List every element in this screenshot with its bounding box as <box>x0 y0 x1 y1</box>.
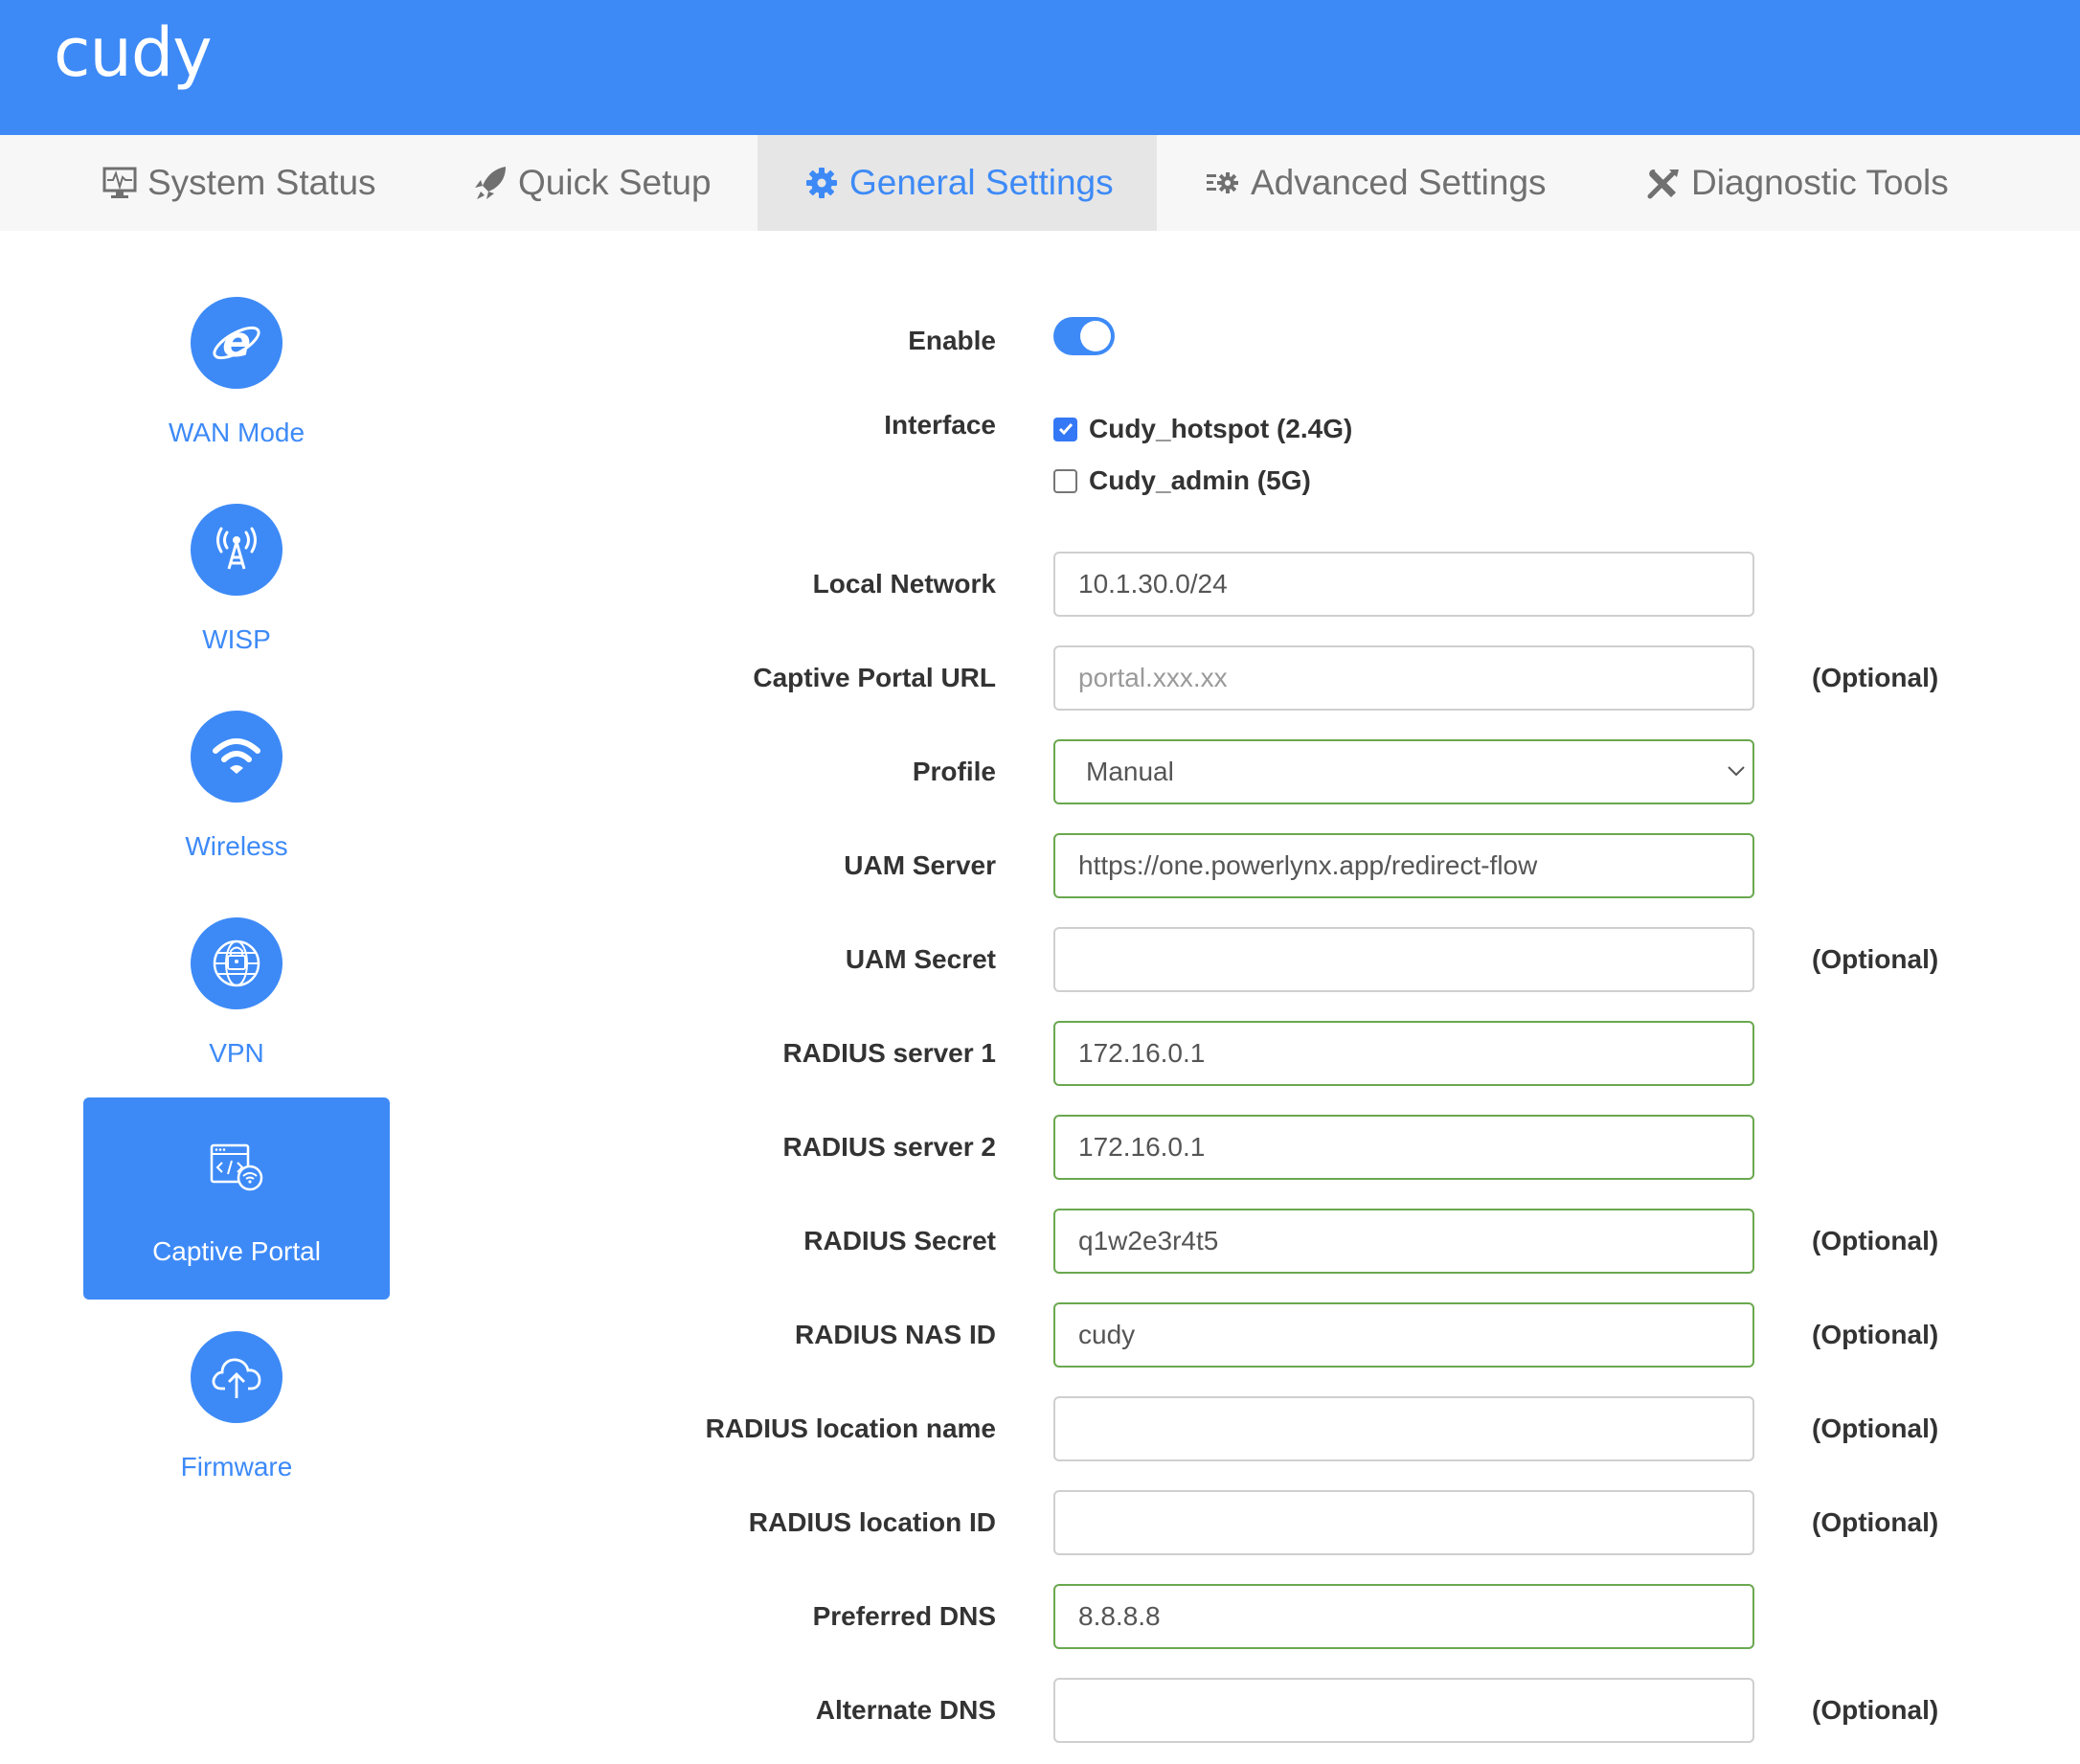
optional-hint: (Optional) <box>1812 1226 1939 1255</box>
radius-server-1-input[interactable] <box>1053 1021 1754 1086</box>
optional-hint: (Optional) <box>1812 1507 1939 1537</box>
cudy-logo[interactable]: cudy <box>54 19 213 86</box>
radius-server-2-row: RADIUS server 2 <box>0 1115 2080 1180</box>
header-bar: cudy <box>0 0 2080 135</box>
profile-select[interactable]: Manual <box>1053 739 1754 804</box>
tab-general-settings[interactable]: General Settings <box>757 135 1157 231</box>
optional-hint: (Optional) <box>1812 944 1939 974</box>
alternate-dns-row: Alternate DNS (Optional) <box>0 1678 2080 1743</box>
toggle-knob <box>1080 321 1111 351</box>
interface-label: Interface <box>884 410 996 440</box>
rocket-icon <box>472 165 509 201</box>
radius-secret-row: RADIUS Secret (Optional) <box>0 1209 2080 1274</box>
enable-label: Enable <box>908 326 996 355</box>
enable-toggle[interactable] <box>1053 317 1115 355</box>
tab-quick-setup[interactable]: Quick Setup <box>472 135 712 231</box>
radius-location-name-input[interactable] <box>1053 1396 1754 1461</box>
checkbox-label: Cudy_admin (5G) <box>1089 465 1311 495</box>
field-label: Alternate DNS <box>815 1695 996 1725</box>
radius-server-1-row: RADIUS server 1 <box>0 1021 2080 1086</box>
uam-server-row: UAM Server <box>0 833 2080 898</box>
captive-portal-url-input[interactable] <box>1053 645 1754 711</box>
optional-hint: (Optional) <box>1812 1320 1939 1349</box>
optional-hint: (Optional) <box>1812 1695 1939 1725</box>
radius-location-name-row: RADIUS location name (Optional) <box>0 1396 2080 1461</box>
interface-option-hotspot[interactable]: Cudy_hotspot (2.4G) <box>1053 410 1352 448</box>
radius-location-id-input[interactable] <box>1053 1490 1754 1555</box>
wrench-screwdriver-icon <box>1645 165 1682 201</box>
field-label: RADIUS NAS ID <box>794 1320 996 1349</box>
radius-secret-input[interactable] <box>1053 1209 1754 1274</box>
uam-secret-input[interactable] <box>1053 927 1754 992</box>
captive-portal-url-row: Captive Portal URL (Optional) <box>0 645 2080 711</box>
interface-option-admin[interactable]: Cudy_admin (5G) <box>1053 462 1311 500</box>
checkbox-checked[interactable] <box>1053 417 1077 441</box>
field-label: UAM Secret <box>845 944 996 974</box>
top-nav: System Status Quick Setup General Settin… <box>0 135 2080 231</box>
field-label: RADIUS server 1 <box>782 1038 996 1068</box>
preferred-dns-row: Preferred DNS <box>0 1584 2080 1649</box>
optional-hint: (Optional) <box>1812 663 1939 692</box>
enable-row: Enable <box>0 308 2080 373</box>
field-label: RADIUS Secret <box>803 1226 996 1255</box>
tab-label: System Status <box>147 163 376 202</box>
field-label: RADIUS server 2 <box>782 1132 996 1162</box>
tab-advanced-settings[interactable]: Advanced Settings <box>1205 135 1547 231</box>
monitor-pulse-icon <box>102 165 138 201</box>
list-gear-icon <box>1205 165 1241 201</box>
tab-label: General Settings <box>849 163 1114 202</box>
profile-row: Profile Manual <box>0 739 2080 804</box>
tab-label: Quick Setup <box>518 163 712 202</box>
radius-nas-id-row: RADIUS NAS ID (Optional) <box>0 1302 2080 1368</box>
tab-diagnostic-tools[interactable]: Diagnostic Tools <box>1645 135 1949 231</box>
preferred-dns-input[interactable] <box>1053 1584 1754 1649</box>
profile-selected-value: Manual <box>1086 757 1174 786</box>
field-label: Local Network <box>812 569 996 599</box>
tab-system-status[interactable]: System Status <box>102 135 376 231</box>
field-label: UAM Server <box>844 850 996 880</box>
tab-label: Advanced Settings <box>1251 163 1547 202</box>
field-label: Profile <box>912 757 996 786</box>
optional-hint: (Optional) <box>1812 1413 1939 1443</box>
checkbox-unchecked[interactable] <box>1053 468 1077 493</box>
local-network-input[interactable] <box>1053 552 1754 617</box>
tab-label: Diagnostic Tools <box>1691 163 1949 202</box>
radius-location-id-row: RADIUS location ID (Optional) <box>0 1490 2080 1555</box>
field-label: Preferred DNS <box>812 1601 996 1631</box>
gear-icon <box>803 165 840 201</box>
local-network-row: Local Network <box>0 552 2080 617</box>
field-label: RADIUS location ID <box>748 1507 996 1537</box>
alternate-dns-input[interactable] <box>1053 1678 1754 1743</box>
field-label: Captive Portal URL <box>753 663 996 692</box>
field-label: RADIUS location name <box>705 1413 996 1443</box>
uam-server-input[interactable] <box>1053 833 1754 898</box>
radius-server-2-input[interactable] <box>1053 1115 1754 1180</box>
checkbox-label: Cudy_hotspot (2.4G) <box>1089 414 1353 443</box>
uam-secret-row: UAM Secret (Optional) <box>0 927 2080 992</box>
interface-row: Interface <box>0 393 2080 458</box>
radius-nas-id-input[interactable] <box>1053 1302 1754 1368</box>
